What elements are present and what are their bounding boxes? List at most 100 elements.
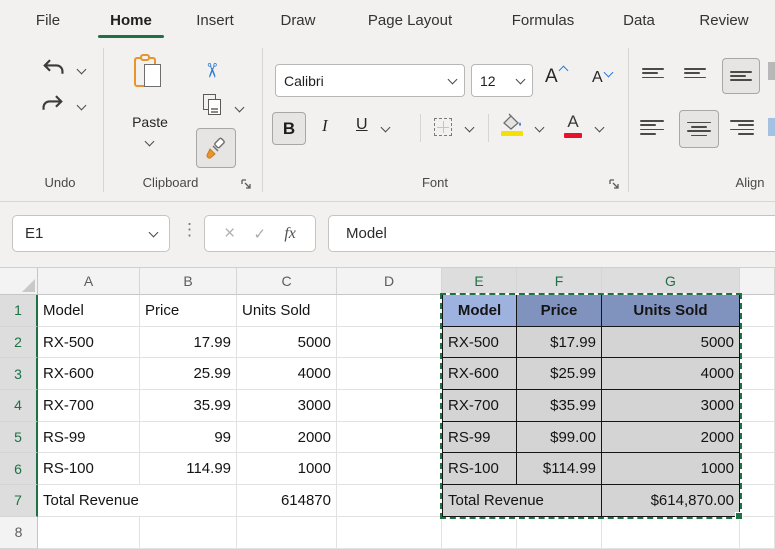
font-name-combobox[interactable]: Calibri [275, 64, 465, 97]
format-painter-button[interactable] [196, 128, 236, 168]
row-header-7[interactable]: 7 [0, 485, 38, 517]
cell-D8[interactable] [337, 517, 442, 549]
redo-dropdown-chevron-icon[interactable] [77, 101, 87, 111]
cell-E1-active[interactable]: Model [442, 295, 517, 327]
top-align-button[interactable] [642, 68, 664, 78]
enter-button[interactable]: ✓ [253, 225, 266, 243]
tab-formulas[interactable]: Formulas [496, 0, 590, 40]
col-header-H-clipped[interactable] [740, 268, 775, 295]
cell-H7[interactable] [740, 485, 775, 517]
cell-H1[interactable] [740, 295, 775, 327]
cell-B5[interactable]: 99 [140, 422, 237, 454]
cell-D5[interactable] [337, 422, 442, 454]
row-header-2[interactable]: 2 [0, 327, 38, 359]
redo-button[interactable] [40, 92, 66, 123]
paste-label[interactable]: Paste [120, 114, 180, 130]
col-header-F[interactable]: F [517, 268, 602, 295]
cell-F2[interactable]: $17.99 [517, 327, 602, 359]
fill-color-chevron-icon[interactable] [535, 123, 545, 133]
cell-E2[interactable]: RX-500 [442, 327, 517, 359]
cell-G2[interactable]: 5000 [602, 327, 740, 359]
align-right-button[interactable] [730, 120, 754, 135]
cell-A4[interactable]: RX-700 [38, 390, 140, 422]
tab-insert[interactable]: Insert [186, 0, 244, 40]
copy-dropdown-chevron-icon[interactable] [235, 103, 245, 113]
cell-A3[interactable]: RX-600 [38, 358, 140, 390]
cell-F4[interactable]: $35.99 [517, 390, 602, 422]
cell-E6[interactable]: RS-100 [442, 453, 517, 485]
undo-button[interactable] [40, 56, 66, 87]
formula-bar-separator-dots-icon[interactable]: ⋮ [181, 220, 198, 240]
cell-D7[interactable] [337, 485, 442, 517]
cell-E8[interactable] [442, 517, 517, 549]
select-all-corner[interactable] [0, 268, 38, 295]
borders-chevron-icon[interactable] [465, 123, 475, 133]
cell-H3[interactable] [740, 358, 775, 390]
col-header-A[interactable]: A [38, 268, 140, 295]
paste-button[interactable] [134, 54, 162, 90]
cell-G1[interactable]: Units Sold [602, 295, 740, 327]
col-header-B[interactable]: B [140, 268, 237, 295]
align-left-button[interactable] [640, 120, 664, 135]
cell-C3[interactable]: 4000 [237, 358, 337, 390]
cell-E4[interactable]: RX-700 [442, 390, 517, 422]
cell-B3[interactable]: 25.99 [140, 358, 237, 390]
align-center-button[interactable] [679, 110, 719, 148]
cell-B8[interactable] [140, 517, 237, 549]
cell-G4[interactable]: 3000 [602, 390, 740, 422]
cell-E5[interactable]: RS-99 [442, 422, 517, 454]
cell-F6[interactable]: $114.99 [517, 453, 602, 485]
col-header-G[interactable]: G [602, 268, 740, 295]
underline-chevron-icon[interactable] [381, 123, 391, 133]
cell-H5[interactable] [740, 422, 775, 454]
cell-A5[interactable]: RS-99 [38, 422, 140, 454]
cell-G3[interactable]: 4000 [602, 358, 740, 390]
cut-scissors-icon[interactable]: ✂ [199, 62, 224, 79]
bottom-align-button[interactable] [722, 58, 760, 94]
cell-E7[interactable]: Total Revenue [442, 485, 602, 517]
cell-H4[interactable] [740, 390, 775, 422]
row-header-3[interactable]: 3 [0, 358, 38, 390]
italic-button[interactable]: I [322, 116, 328, 136]
cell-F8[interactable] [517, 517, 602, 549]
tab-home[interactable]: Home [100, 0, 162, 40]
cell-E3[interactable]: RX-600 [442, 358, 517, 390]
cancel-button[interactable]: × [224, 223, 235, 245]
col-header-C[interactable]: C [237, 268, 337, 295]
paste-dropdown-chevron-icon[interactable] [145, 137, 155, 147]
cell-C6[interactable]: 1000 [237, 453, 337, 485]
cell-D4[interactable] [337, 390, 442, 422]
tab-data[interactable]: Data [612, 0, 666, 40]
cell-B6[interactable]: 114.99 [140, 453, 237, 485]
row-header-8[interactable]: 8 [0, 517, 38, 549]
cell-A2[interactable]: RX-500 [38, 327, 140, 359]
cell-D3[interactable] [337, 358, 442, 390]
underline-button[interactable]: U [356, 116, 368, 134]
cell-F1[interactable]: Price [517, 295, 602, 327]
col-header-D[interactable]: D [337, 268, 442, 295]
undo-dropdown-chevron-icon[interactable] [77, 65, 87, 75]
borders-button[interactable] [434, 118, 452, 136]
row-header-6[interactable]: 6 [0, 453, 38, 485]
cell-G5[interactable]: 2000 [602, 422, 740, 454]
row-header-1[interactable]: 1 [0, 295, 38, 327]
copy-button[interactable] [203, 94, 223, 116]
cell-C7[interactable]: 614870 [237, 485, 337, 517]
cell-A6[interactable]: RS-100 [38, 453, 140, 485]
cell-H2[interactable] [740, 327, 775, 359]
middle-align-button[interactable] [684, 68, 706, 78]
bold-button[interactable]: B [272, 112, 306, 145]
insert-function-button[interactable]: fx [284, 225, 296, 243]
tab-page-layout[interactable]: Page Layout [348, 0, 472, 40]
increase-font-size-button[interactable]: A [545, 66, 565, 88]
cell-C8[interactable] [237, 517, 337, 549]
cell-F3[interactable]: $25.99 [517, 358, 602, 390]
decrease-font-size-button[interactable]: A [592, 69, 610, 87]
cell-H8[interactable] [740, 517, 775, 549]
cell-D6[interactable] [337, 453, 442, 485]
font-color-button[interactable]: A [564, 112, 582, 132]
tab-draw[interactable]: Draw [270, 0, 326, 40]
row-header-5[interactable]: 5 [0, 422, 38, 454]
row-header-4[interactable]: 4 [0, 390, 38, 422]
cell-G8[interactable] [602, 517, 740, 549]
